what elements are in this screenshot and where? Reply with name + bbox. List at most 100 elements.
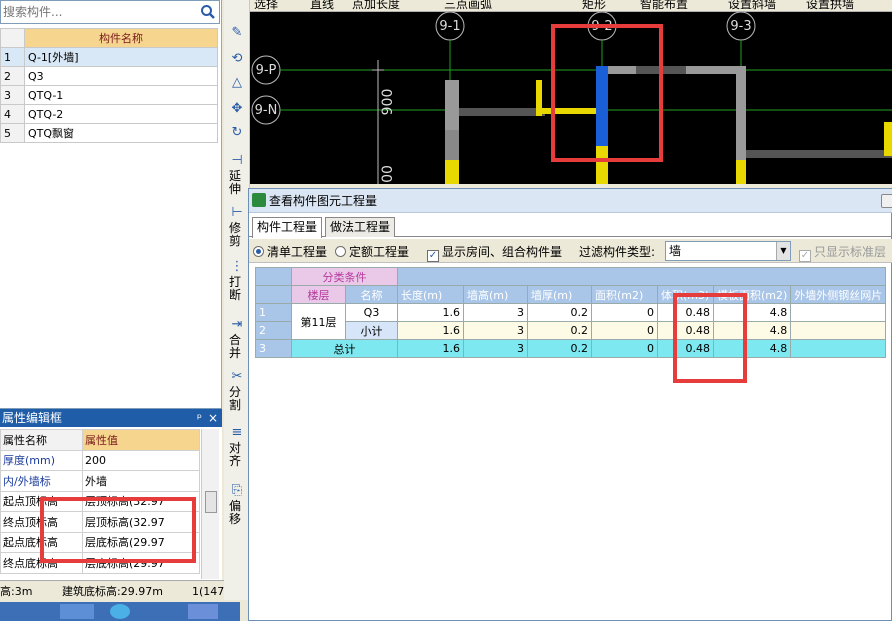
radio-list-quantity[interactable]: 清单工程量 [253,243,327,260]
property-row[interactable]: 内/外墙标 外墙 [0,470,200,492]
mirror-icon[interactable]: △ [228,74,246,92]
dialog-options: 清单工程量 定额工程量 ✓ 显示房间、组合构件量 过滤构件类型: 墙 ▼ ✓ 只显示… [249,239,892,263]
close-button[interactable] [881,194,892,208]
wall[interactable] [746,150,892,158]
slope-wall-button[interactable]: 设置斜墙 [728,0,776,11]
offset-button[interactable]: 偏移 [229,500,245,526]
component-name[interactable]: QTQ-2 [24,104,218,124]
component-name[interactable]: QTQ-1 [24,85,218,105]
selected-wall[interactable] [596,66,608,146]
component-name[interactable]: Q3 [24,66,218,86]
std-layer-checkbox[interactable]: ✓ 只显示标准层 [799,243,886,262]
rectangle-button[interactable]: 矩形 [582,0,606,11]
component-row[interactable]: 3 QTQ-1 [0,85,218,105]
length-cell: 1.6 [397,303,464,322]
radio-label: 定额工程量 [349,245,410,259]
scroll-thumb[interactable] [205,491,217,513]
height-cell: 3 [463,339,528,358]
merge-icon[interactable]: ⇥ [228,316,246,334]
browser-icon[interactable] [110,604,130,619]
table-row[interactable]: 1 第11层 Q3 1.6 3 0.2 0 0.48 4.8 [255,303,887,340]
move-icon[interactable]: ✥ [228,100,246,118]
property-value[interactable]: 外墙 [82,470,200,492]
merge-button[interactable]: 合并 [229,334,245,360]
tab-component-quantity[interactable]: 构件工程量 [252,217,323,238]
row-index: 2 [255,321,292,340]
pin-icon[interactable]: ᵖ [197,409,202,427]
dimension-text: 00 [380,165,396,183]
row-index: 4 [0,104,25,124]
extend-button[interactable]: 延伸 [229,170,245,196]
chevron-down-icon[interactable]: ▼ [776,242,790,260]
filter-type-select[interactable]: 墙 ▼ [665,241,791,261]
split-button[interactable]: 分割 [229,386,245,412]
index-header [255,285,292,304]
radio-quota-quantity[interactable]: 定额工程量 [335,243,409,260]
svg-text:9-N: 9-N [255,103,278,118]
align-icon[interactable]: ≡ [228,424,246,442]
select-button[interactable]: 选择 [254,0,278,11]
table-row[interactable]: 2 小计 1.6 3 0.2 0 0.48 4.8 [255,321,887,340]
wall[interactable] [459,108,545,116]
smart-layout-button[interactable]: 智能布置 [640,0,688,11]
component-row[interactable]: 2 Q3 [0,66,218,86]
rotate-copy-icon[interactable]: ⟲ [228,50,246,68]
cad-drawing: 9-1 9-2 9-3 9-P 9-N 900 00 [251,12,892,184]
component-row[interactable]: 1 Q-1[外墙] [0,47,218,67]
wall-column[interactable] [445,160,459,184]
arch-wall-button[interactable]: 设置拱墙 [806,0,854,11]
show-rooms-checkbox[interactable]: ✓ 显示房间、组合构件量 [427,243,562,262]
component-row[interactable]: 4 QTQ-2 [0,104,218,124]
property-editor-panel: 属性编辑框 ᵖ × 属性名称 属性值 厚度(mm) 200 内/外墙标 外墙 起… [0,408,222,580]
arc-button[interactable]: 三点画弧 [444,0,492,11]
mesh-cell [790,321,887,340]
draw-toolbar: 选择 直线 点加长度 三点画弧 矩形 智能布置 设置斜墙 设置拱墙 [250,0,892,12]
name-cell: Q3 [345,303,398,322]
component-name[interactable]: Q-1[外墙] [24,47,218,67]
mesh-cell [790,339,887,358]
header-spacer [396,267,887,286]
table-header-row: 分类条件 [255,267,887,286]
pencil-icon[interactable]: ✎ [228,24,246,42]
wall[interactable] [736,66,746,160]
search-icon[interactable] [199,3,217,21]
break-button[interactable]: 打断 [229,276,245,302]
search-input[interactable] [3,4,193,20]
split-icon[interactable]: ✂ [228,368,246,386]
taskbar-app-icon[interactable] [60,604,94,619]
wall-column[interactable] [596,146,608,184]
line-button[interactable]: 直线 [310,0,334,11]
column-header-wall-thickness: 墙厚(m) [527,285,592,304]
row-index: 3 [255,339,292,358]
area-cell: 0 [591,321,658,340]
component-name[interactable]: QTQ飘窗 [24,123,218,143]
align-button[interactable]: 对齐 [229,442,245,468]
wall-column[interactable] [536,108,596,114]
app-icon[interactable] [188,604,218,619]
dialog-tabs: 构件工程量 做法工程量 [249,215,892,238]
close-icon[interactable]: × [208,409,218,427]
rotate-icon[interactable]: ↻ [228,124,246,142]
table-row[interactable]: 3 总计 1.6 3 0.2 0 0.48 4.8 [255,339,887,358]
component-row[interactable]: 5 QTQ飘窗 [0,123,218,143]
taskbar [0,602,240,621]
filter-type-value: 墙 [669,244,682,258]
tab-method-quantity[interactable]: 做法工程量 [325,217,396,237]
drawing-canvas[interactable]: 9-1 9-2 9-3 9-P 9-N 900 00 [250,12,892,184]
property-value[interactable]: 200 [82,449,200,471]
wall-column[interactable] [736,160,746,184]
axis-bubble-9-P: 9-P [251,55,281,85]
break-icon[interactable]: ⋮ [228,258,246,276]
trim-button[interactable]: 修剪 [229,222,245,248]
row-index: 2 [0,66,25,86]
floor-cell: 第11层 [291,303,346,340]
property-panel-header: 属性编辑框 ᵖ × [0,409,222,427]
trim-icon[interactable]: ⊢ [228,204,246,222]
wall[interactable] [445,80,459,130]
extend-icon[interactable]: ⊣ [228,152,246,170]
offset-icon[interactable]: ⎘ [228,482,246,500]
point-length-button[interactable]: 点加长度 [352,0,400,11]
wall-column[interactable] [884,122,892,156]
property-row[interactable]: 厚度(mm) 200 [0,449,200,471]
property-scrollbar[interactable] [201,429,219,579]
